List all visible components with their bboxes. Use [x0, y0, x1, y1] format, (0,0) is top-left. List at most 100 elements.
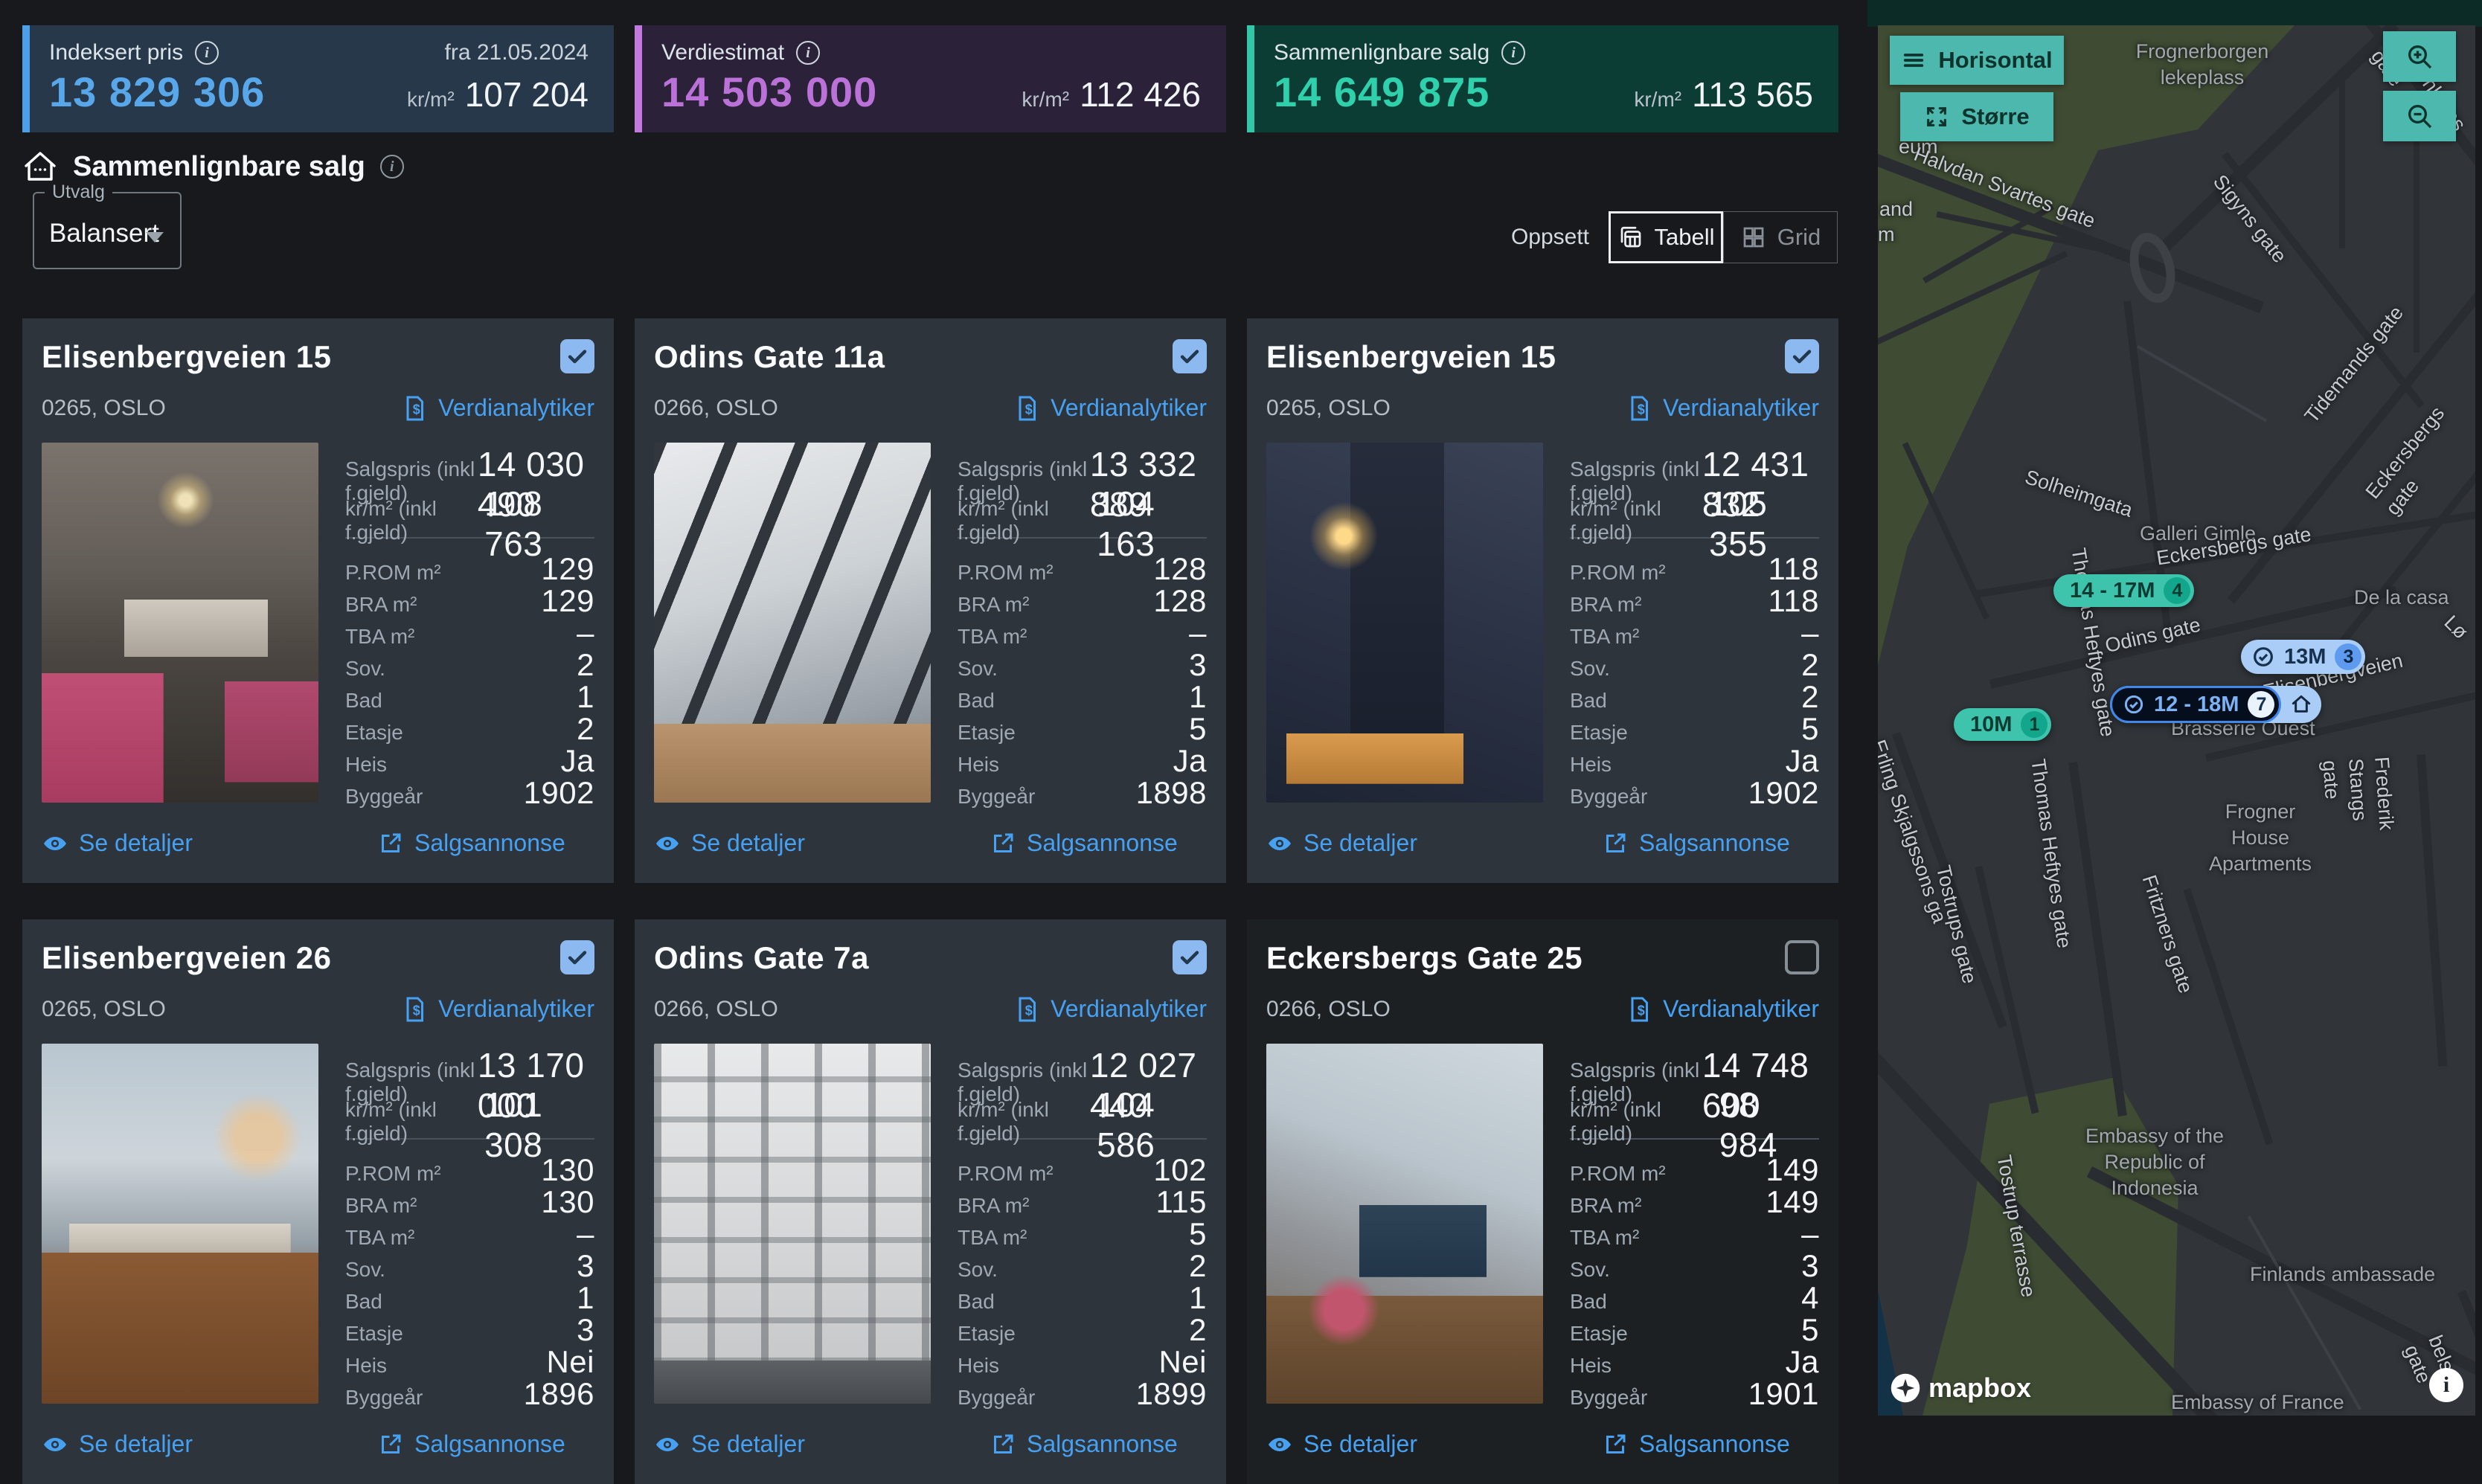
- cluster-count-badge: 1: [2021, 711, 2048, 738]
- document-dollar-icon: $: [1013, 395, 1040, 422]
- verdianalytiker-link[interactable]: $ Verdianalytiker: [1013, 995, 1207, 1023]
- external-link-icon: [990, 1431, 1016, 1458]
- view-table-button[interactable]: Tabell: [1609, 211, 1723, 263]
- eye-icon: [654, 830, 681, 857]
- se-detaljer-link[interactable]: Se detaljer: [1266, 1430, 1417, 1458]
- property-card: Eckersbergs Gate 25 0266, OSLO $ Verdian…: [1247, 919, 1838, 1484]
- cluster-count-badge: 7: [2248, 691, 2274, 718]
- document-dollar-icon: $: [1626, 996, 1652, 1023]
- map-price-cluster-selected[interactable]: 12 - 18M 7: [2110, 686, 2321, 723]
- se-detaljer-link[interactable]: Se detaljer: [1266, 829, 1417, 857]
- map-price-cluster[interactable]: 14 - 17M 4: [2053, 574, 2194, 607]
- select-label: Utvalg: [45, 182, 112, 203]
- salgsannonse-link[interactable]: Salgsannonse: [377, 829, 565, 857]
- map-street-label: Frederik Stangs gate: [2316, 756, 2400, 842]
- verdianalytiker-link[interactable]: $ Verdianalytiker: [1626, 394, 1819, 422]
- salgsannonse-link[interactable]: Salgsannonse: [990, 1430, 1178, 1458]
- oppsett-label: Oppsett: [1511, 225, 1589, 250]
- property-photo: [1266, 1044, 1543, 1404]
- utvalg-select[interactable]: Utvalg Balansert: [33, 192, 182, 269]
- info-icon[interactable]: i: [195, 41, 219, 65]
- page-title: Sammenlignbare salg: [73, 151, 365, 183]
- external-link-icon: [377, 1431, 404, 1458]
- property-address: Elisenbergveien 15: [42, 339, 332, 375]
- map-poi-label: Frogner House Apartments: [2193, 799, 2327, 877]
- mapbox-attribution[interactable]: mapbox: [1890, 1372, 2031, 1404]
- view-grid-button[interactable]: Grid: [1723, 211, 1838, 263]
- external-link-icon: [990, 830, 1016, 857]
- stat-value: 13 829 306: [49, 68, 265, 116]
- se-detaljer-link[interactable]: Se detaljer: [42, 1430, 193, 1458]
- property-address: Odins Gate 7a: [654, 940, 869, 976]
- property-checkbox[interactable]: [1173, 940, 1207, 974]
- property-address: Eckersbergs Gate 25: [1266, 940, 1582, 976]
- map-road: [2068, 762, 2127, 1117]
- eye-icon: [1266, 1431, 1293, 1458]
- property-card: Elisenbergveien 26 0265, OSLO $ Verdiana…: [22, 919, 614, 1484]
- map-street-label: Thomas Heftyes gate: [2024, 757, 2077, 950]
- map-price-cluster[interactable]: 10M 1: [1954, 708, 2051, 741]
- property-card: Odins Gate 7a 0266, OSLO $ Verdianalytik…: [635, 919, 1226, 1484]
- info-icon[interactable]: i: [796, 41, 820, 65]
- eye-icon: [1266, 830, 1293, 857]
- verdianalytiker-link[interactable]: $ Verdianalytiker: [1013, 394, 1207, 422]
- map-street-label: Odins gate: [2103, 612, 2203, 660]
- property-postcode: 0266, OSLO: [654, 396, 778, 421]
- property-checkbox[interactable]: [560, 339, 594, 373]
- property-checkbox[interactable]: [1785, 940, 1819, 974]
- zoom-in-button[interactable]: [2383, 31, 2456, 82]
- info-icon[interactable]: i: [1501, 41, 1525, 65]
- salgsannonse-link[interactable]: Salgsannonse: [377, 1430, 565, 1458]
- se-detaljer-link[interactable]: Se detaljer: [42, 829, 193, 857]
- horisontal-button[interactable]: Horisontal: [1890, 36, 2064, 85]
- salgsannonse-link[interactable]: Salgsannonse: [990, 829, 1178, 857]
- chevron-down-icon: [146, 232, 164, 242]
- map-price-cluster[interactable]: 13M 3: [2241, 640, 2365, 674]
- verdianalytiker-link[interactable]: $ Verdianalytiker: [401, 394, 594, 422]
- property-photo: [654, 1044, 931, 1404]
- map-road: [2457, 1290, 2475, 1416]
- property-checkbox[interactable]: [1785, 339, 1819, 373]
- salgsannonse-link[interactable]: Salgsannonse: [1602, 829, 1790, 857]
- document-dollar-icon: $: [1013, 996, 1040, 1023]
- map[interactable]: eumFrognerborgen lekeplassGyldenløves ga…: [1878, 25, 2475, 1416]
- map-info-button[interactable]: i: [2429, 1368, 2463, 1402]
- house-icon: [22, 149, 58, 184]
- property-card: Odins Gate 11a 0266, OSLO $ Verdianalyti…: [635, 318, 1226, 883]
- stat-value: 14 503 000: [661, 68, 877, 116]
- cluster-count-badge: 4: [2164, 577, 2190, 604]
- stat-card-indeksert-pris: Indeksert prisi fra 21.05.2024 13 829 30…: [22, 25, 614, 132]
- property-card: Elisenbergveien 15 0265, OSLO $ Verdiana…: [1247, 318, 1838, 883]
- hamburger-icon: [1901, 48, 1926, 73]
- map-street-label: m: [1878, 222, 1895, 248]
- property-photo: [42, 443, 318, 803]
- property-postcode: 0265, OSLO: [42, 396, 166, 421]
- valuation-stats-row: Indeksert prisi fra 21.05.2024 13 829 30…: [22, 25, 1838, 132]
- map-poi-label: De la casa: [2354, 585, 2449, 611]
- select-value: Balansert: [49, 219, 159, 248]
- property-checkbox[interactable]: [1173, 339, 1207, 373]
- property-postcode: 0265, OSLO: [42, 997, 166, 1022]
- map-poi-label: Frognerborgen lekeplass: [2135, 39, 2269, 91]
- salgsannonse-link[interactable]: Salgsannonse: [1602, 1430, 1790, 1458]
- stat-label: Sammenlignbare salg: [1274, 40, 1489, 65]
- property-address: Odins Gate 11a: [654, 339, 885, 375]
- se-detaljer-link[interactable]: Se detaljer: [654, 1430, 805, 1458]
- property-postcode: 0266, OSLO: [654, 997, 778, 1022]
- check-circle-icon: [2123, 693, 2145, 716]
- property-address: Elisenbergveien 26: [42, 940, 332, 976]
- se-detaljer-link[interactable]: Se detaljer: [654, 829, 805, 857]
- map-street-label: Tostrups gate: [1930, 863, 1983, 986]
- map-poi-label: Embassy of the Republic of Indonesia: [2065, 1123, 2244, 1201]
- svg-text:$: $: [413, 402, 420, 417]
- eye-icon: [42, 1431, 68, 1458]
- storre-button[interactable]: Større: [1900, 92, 2053, 141]
- verdianalytiker-link[interactable]: $ Verdianalytiker: [1626, 995, 1819, 1023]
- property-photo: [654, 443, 931, 803]
- property-checkbox[interactable]: [560, 940, 594, 974]
- zoom-out-button[interactable]: [2383, 91, 2456, 141]
- verdianalytiker-link[interactable]: $ Verdianalytiker: [401, 995, 594, 1023]
- map-road: [2248, 1215, 2361, 1410]
- property-photo: [42, 1044, 318, 1404]
- info-icon[interactable]: i: [380, 155, 404, 179]
